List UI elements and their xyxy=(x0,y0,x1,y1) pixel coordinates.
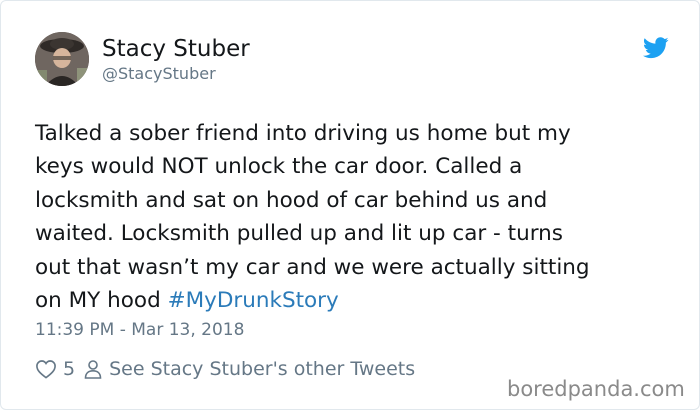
tweet-timestamp[interactable]: 11:39 PM - Mar 13, 2018 xyxy=(35,319,244,341)
heart-icon[interactable] xyxy=(35,359,57,379)
like-count[interactable]: 5 xyxy=(63,357,75,381)
avatar[interactable] xyxy=(35,32,89,86)
tweet-line: keys would NOT unlock the car door. Call… xyxy=(35,154,523,180)
person-icon xyxy=(84,360,102,379)
hashtag-link[interactable]: #MyDrunkStory xyxy=(168,288,339,313)
avatar-photo xyxy=(35,32,89,86)
tweet-actions: 5 See Stacy Stuber's other Tweets xyxy=(35,357,415,381)
other-tweets-link[interactable]: See Stacy Stuber's other Tweets xyxy=(109,357,415,381)
tweet-line: Talked a sober friend into driving us ho… xyxy=(35,121,571,146)
tweet-line: locksmith and sat on hood of car behind … xyxy=(35,187,548,213)
author-name[interactable]: Stacy Stuber xyxy=(102,34,250,64)
tweet-line: on MY hood xyxy=(35,288,168,314)
author-handle[interactable]: @StacyStuber xyxy=(102,64,216,84)
tweet-line: out that wasn’t my car and we were actua… xyxy=(35,254,590,280)
tweet-line: waited. Locksmith pulled up and lit up c… xyxy=(35,221,563,247)
twitter-bird-icon[interactable] xyxy=(643,37,669,59)
tweet-card: Stacy Stuber @StacyStuber Talked a sober… xyxy=(0,0,700,410)
tweet-text: Talked a sober friend into driving us ho… xyxy=(35,117,675,317)
watermark: boredpanda.com xyxy=(507,377,685,401)
